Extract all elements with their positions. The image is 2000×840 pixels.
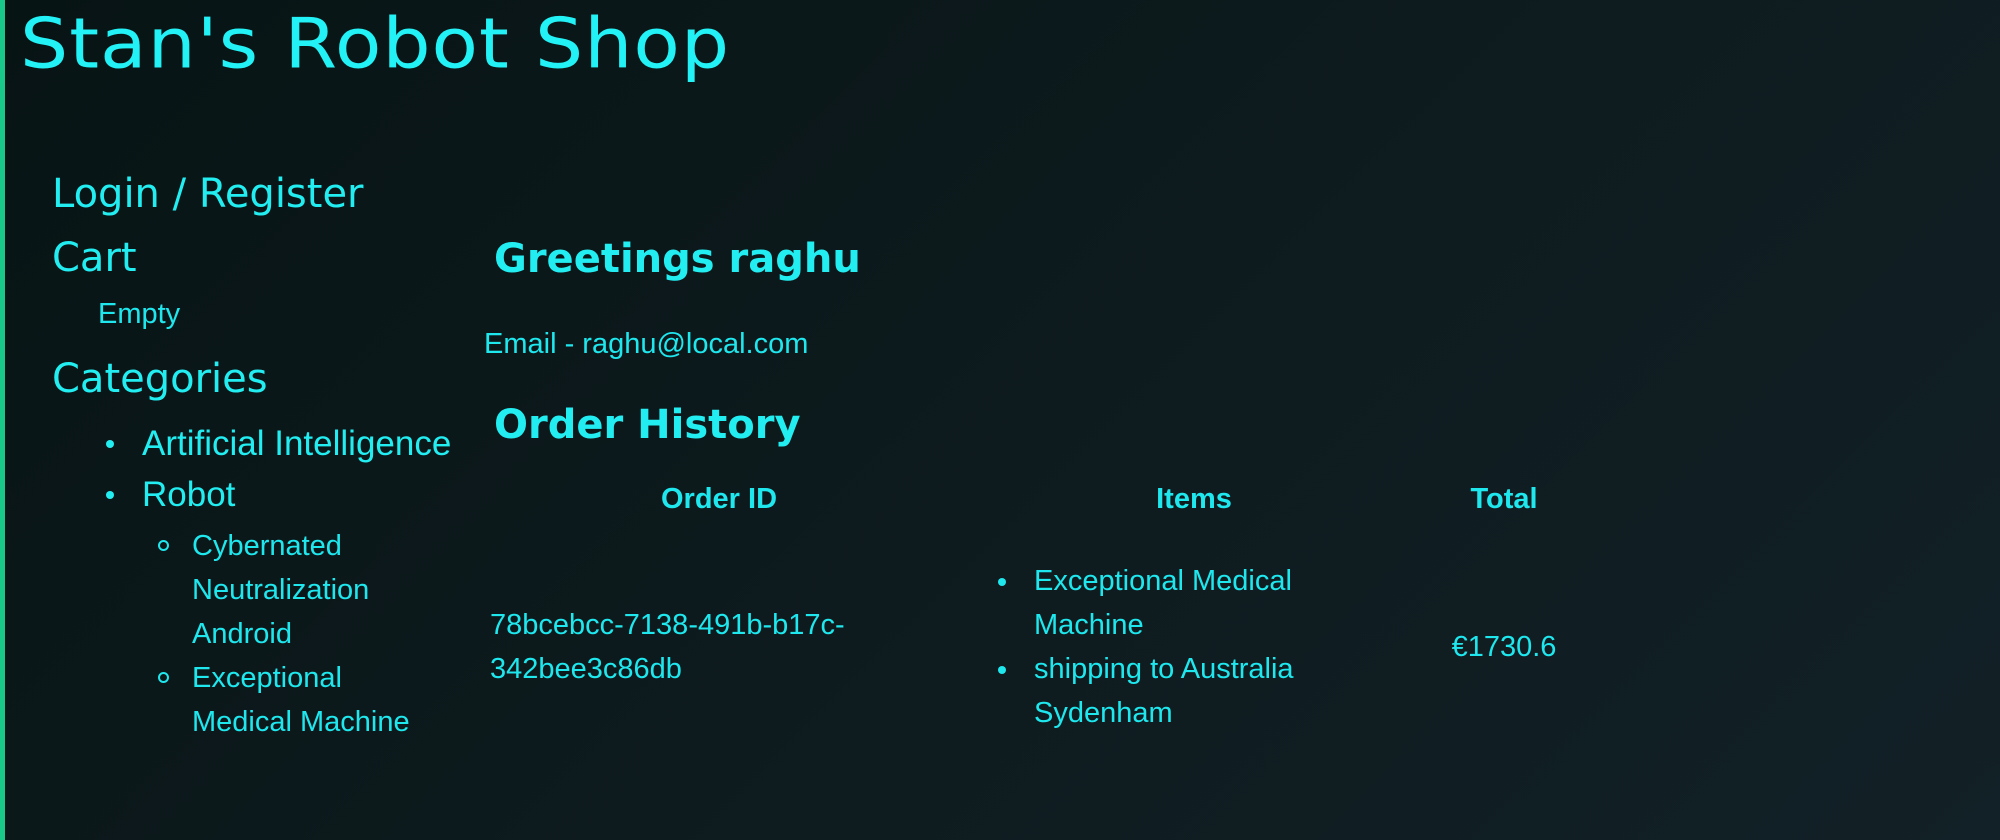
column-header-items: Items: [1156, 482, 1232, 515]
table-header-row: Order ID Items Total: [484, 472, 1574, 522]
order-total-cell: €1730.6: [1451, 630, 1557, 663]
categories-heading: Categories: [52, 356, 268, 402]
category-item-artificial-intelligence[interactable]: Artificial Intelligence: [106, 418, 456, 469]
category-item-robot[interactable]: Robot Cybernated Neutralization Android …: [106, 469, 456, 744]
greeting-heading: Greetings raghu: [494, 236, 861, 282]
order-history-table: Order ID Items Total 78bcebcc-7138-491b-…: [484, 472, 1574, 738]
order-items-cell: Exceptional Medical Machine shipping to …: [954, 522, 1434, 738]
cart-status: Empty: [98, 298, 181, 330]
product-link-exceptional-medical-machine[interactable]: Exceptional Medical Machine: [158, 656, 422, 744]
list-item: shipping to Australia Sydenham: [998, 647, 1354, 735]
column-header-order-id: Order ID: [660, 482, 778, 515]
site-title: Stan's Robot Shop: [20, 2, 731, 84]
category-label[interactable]: Robot: [142, 475, 235, 514]
list-item: Exceptional Medical Machine: [998, 559, 1354, 647]
order-id-cell: 78bcebcc-7138-491b-b17c-342bee3c86db: [490, 609, 845, 685]
table-row: 78bcebcc-7138-491b-b17c-342bee3c86db Exc…: [484, 522, 1574, 738]
order-history-heading: Order History: [494, 402, 801, 448]
category-list: Artificial Intelligence Robot Cybernated…: [106, 418, 456, 744]
user-email: Email - raghu@local.com: [484, 328, 809, 360]
cart-link[interactable]: Cart: [52, 234, 137, 282]
order-items-list: Exceptional Medical Machine shipping to …: [998, 559, 1434, 735]
robot-subcategory-list: Cybernated Neutralization Android Except…: [106, 524, 456, 744]
product-link-cybernated-neutralization-android[interactable]: Cybernated Neutralization Android: [158, 524, 422, 656]
login-register-link[interactable]: Login / Register: [52, 170, 364, 218]
column-header-total: Total: [1470, 482, 1538, 515]
category-label[interactable]: Artificial Intelligence: [142, 424, 451, 463]
left-accent-border: [0, 0, 5, 840]
